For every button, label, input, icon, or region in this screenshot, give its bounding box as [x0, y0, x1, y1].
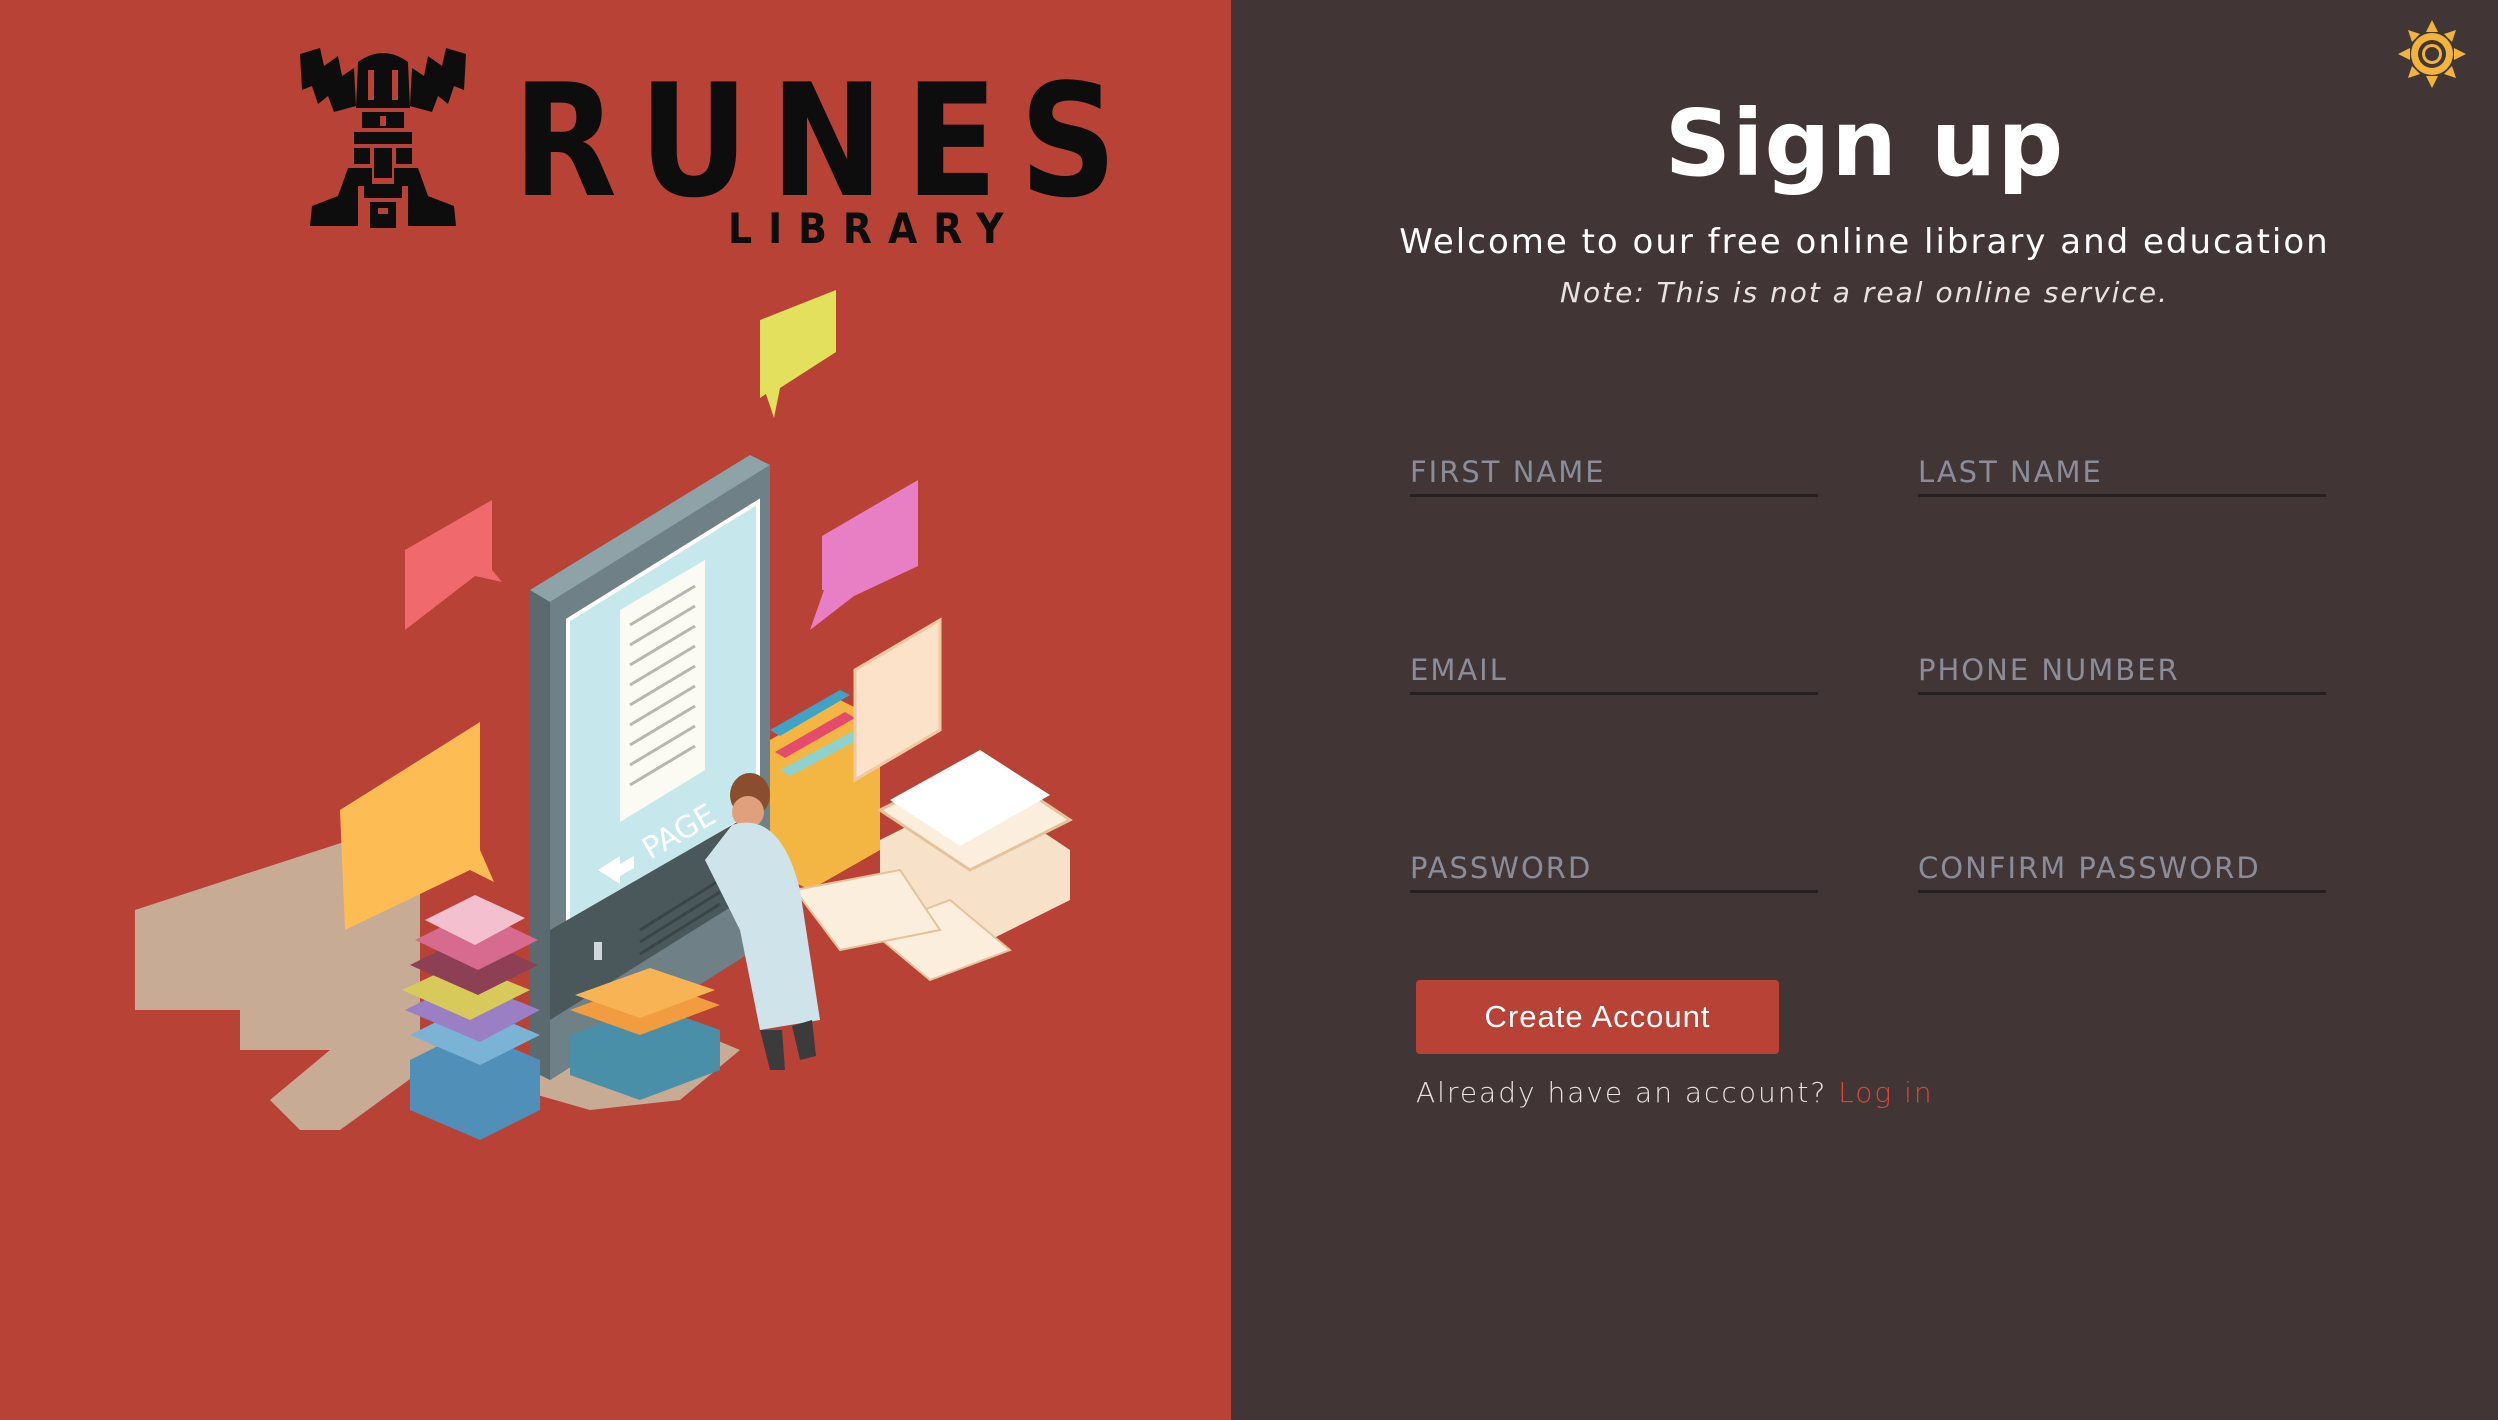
confirm-password-field: [1918, 838, 2326, 893]
hero-panel: RUNES LIBRARY PAGE: [0, 0, 1231, 1420]
phone-input[interactable]: [1918, 640, 2326, 692]
login-prompt-text: Already have an account?: [1416, 1076, 1828, 1109]
sun-icon[interactable]: [2396, 18, 2468, 90]
page-title: Sign up: [1664, 90, 2065, 197]
last-name-field: [1918, 442, 2326, 497]
login-link[interactable]: Log in: [1838, 1076, 1933, 1109]
brand-logo: RUNES LIBRARY: [298, 46, 1117, 266]
email-field: [1410, 640, 1818, 695]
login-prompt-row: Already have an account? Log in: [1416, 1076, 1934, 1109]
first-name-input[interactable]: [1410, 442, 1818, 494]
brand-name: RUNES: [513, 51, 1139, 233]
confirm-password-input[interactable]: [1918, 838, 2326, 890]
email-input[interactable]: [1410, 640, 1818, 692]
phone-field: [1918, 640, 2326, 695]
brand-subname: LIBRARY: [728, 204, 1020, 253]
last-name-input[interactable]: [1918, 442, 2326, 494]
page-subtitle: Welcome to our free online library and e…: [1399, 222, 2330, 262]
create-account-button[interactable]: Create Account: [1416, 980, 1779, 1054]
library-illustration: PAGE: [135, 290, 1073, 1140]
password-field: [1410, 838, 1818, 893]
signup-panel: Sign up Welcome to our free online libra…: [1231, 0, 2498, 1420]
disclaimer-note: Note: This is not a real online service.: [1560, 276, 2169, 309]
password-input[interactable]: [1410, 838, 1818, 890]
viking-emblem-icon: [300, 48, 466, 228]
first-name-field: [1410, 442, 1818, 497]
